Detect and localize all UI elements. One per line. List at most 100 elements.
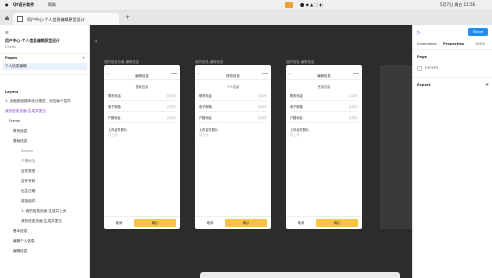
form-row[interactable]: 联系电话 请填写 [199,91,267,101]
row-label: 联系电话 [108,94,121,98]
layer-item[interactable]: 证件类型 [21,169,35,174]
add-page-icon[interactable]: + [82,56,85,60]
row-label: 联系电话 [290,94,303,98]
more-icon[interactable]: ••• [262,72,268,76]
form-row[interactable]: 户籍地址 请填写 [290,113,358,123]
row-label: 电子邮箱 [108,105,121,109]
phone-frame[interactable]: ‹ 修改信息 ••• 个人信息 联系电话 请填写 电子邮箱 请填写 户籍地址 请填写 … [195,65,271,229]
confirm-button[interactable]: 确认 [225,219,267,227]
upload-row[interactable]: 上传证件照片 请上传 [290,125,358,137]
layer-item[interactable]: 联系信息 [13,129,27,134]
nav-bar: ‹ 修改信息 ••• [195,71,271,80]
cursor-icon: ✦ [94,39,99,45]
row-hint: 请填写 [348,116,358,120]
button-bar: 取消 确认 [286,216,362,229]
play-icon[interactable]: ▷ [417,30,421,36]
divider [0,74,90,75]
nav-bar: ‹ 编辑信息 ••• [286,71,362,80]
tab-bar: 用户中心-个人信息编辑原型设计 + [0,11,492,25]
layer-item[interactable]: 证件号码 [21,179,35,184]
form-row[interactable]: 电子邮箱 请填写 [290,102,358,112]
layer-item[interactable]: Frame [9,119,20,123]
row-label: 户籍地址 [108,116,121,120]
help-menu[interactable]: 帮助 [48,2,56,8]
phone-frame[interactable]: ‹ 编辑信息 ••• 完善信息 联系电话 请填写 电子邮箱 请填写 户籍地址 请填写 … [286,65,362,229]
confirm-button[interactable]: 确认 [134,219,176,227]
apple-menu-icon[interactable]: ● [5,2,9,7]
cancel-button[interactable]: 取消 [290,219,312,227]
tab-comments[interactable]: Comments [417,42,436,46]
layer-item[interactable]: 编辑个人信息 [13,239,35,244]
divider [413,77,492,78]
form-row[interactable]: 户籍地址 请填写 [199,113,267,123]
more-icon[interactable]: ••• [171,72,177,76]
row-label: 户籍地址 [290,116,303,120]
row-hint: 请填写 [257,116,267,120]
offscreen-frame[interactable] [380,65,412,229]
form-row[interactable]: 电子邮箱 请填写 [199,102,267,112]
app-name[interactable]: Qt设计软件 [13,2,34,8]
divider [413,49,492,50]
form-row[interactable]: 电子邮箱 请填写 [108,102,176,112]
upload-row[interactable]: 上传证件照片 请上传 [199,125,267,137]
dock [200,272,400,278]
nav-title: 编辑信息 [317,73,331,78]
section-export: Export [417,83,431,87]
current-page[interactable]: 个人信息编辑 [5,64,27,69]
layer-item[interactable]: 出生日期 [21,189,35,194]
row-hint: 请填写 [257,105,267,109]
new-tab-icon[interactable]: + [125,14,130,21]
layer-item[interactable]: 基础信息 [13,139,27,144]
row-label: 电子邮箱 [290,105,303,109]
row-hint: 请上传 [290,133,300,137]
button-bar: 取消 确认 [195,216,271,229]
layer-item[interactable]: 1. 页面按钮顺序设计规范，对应每个控件 [5,99,71,104]
frame-label[interactable]: 我的信息-编辑信息 [286,59,314,64]
phone-frame[interactable]: ‹ 编辑信息 ••• 基础信息 联系电话 请填写 电子邮箱 请填写 户籍地址 请填写 … [104,65,180,229]
figma-menu-icon[interactable]: ☰ [5,30,9,35]
layer-item[interactable]: 1. 我的信息页面-生成并上传 [21,209,66,214]
properties-panel: ▷ Share Comments Properties 100% Page F5… [412,25,492,278]
tab-properties[interactable]: Properties [443,42,464,46]
cancel-button[interactable]: 取消 [199,219,221,227]
tab-current-file[interactable]: 用户中心-个人信息编辑原型设计 [13,13,119,25]
layers-label: Layers [5,90,19,94]
clock: 5月7日 周五 11:56 [440,2,476,7]
section-title: 基础信息 [135,85,149,89]
home-icon[interactable] [4,15,10,21]
fill-swatch[interactable] [417,66,422,71]
more-icon[interactable]: ••• [353,72,359,76]
row-label: 联系电话 [199,94,212,98]
form-row[interactable]: 户籍地址 请填写 [108,113,176,123]
form-row[interactable]: 联系电话 请填写 [108,91,176,101]
add-export-icon[interactable]: + [485,82,489,88]
row-hint: 请上传 [199,133,209,137]
layer-item[interactable]: Search [21,149,33,153]
upload-row[interactable]: 上传证件照片 请上传 [108,125,176,137]
nav-title: 修改信息 [226,73,240,78]
layer-item[interactable]: 我的信息页面-生成并提交 [5,109,46,114]
zoom-level[interactable]: 100% [475,42,485,46]
design-canvas[interactable]: ✦ 我的信息页面-编辑信息 ‹ 编辑信息 ••• 基础信息 联系电话 请填写 电子… [90,25,412,278]
menu-bar: ● Qt设计软件 帮助 ⬤ ◆ ▲ ⬚ ◐ 5月7日 周五 11:56 [0,0,492,11]
divider [0,53,90,54]
layer-item[interactable]: 户籍地址 [21,159,35,164]
layer-item[interactable]: 按钮组件 [21,199,35,204]
fill-value[interactable]: F5F5F5 [425,66,438,70]
cancel-button[interactable]: 取消 [108,219,130,227]
frame-label[interactable]: 我的信息页面-编辑信息 [104,59,139,64]
share-button[interactable]: Share [468,28,488,36]
layer-item[interactable]: 编辑信息 [13,249,27,254]
form-row[interactable]: 联系电话 请填写 [290,91,358,101]
layer-item[interactable]: 基本信息 [13,229,27,234]
row-hint: 请填写 [257,94,267,98]
file-subtitle: Drafts [5,45,16,49]
status-app-icon[interactable] [285,2,293,8]
layer-item[interactable]: 我的信息页面-生成并提交 [21,219,62,224]
row-hint: 请填写 [348,105,358,109]
file-title[interactable]: 用户中心-个人信息编辑原型设计 [5,38,60,44]
row-label: 电子邮箱 [199,105,212,109]
frame-label[interactable]: 我的信息-编辑信息 [195,59,223,64]
confirm-button[interactable]: 确认 [316,219,358,227]
layers-panel: ☰ 用户中心-个人信息编辑原型设计 Drafts Pages + 个人信息编辑 … [0,25,90,278]
